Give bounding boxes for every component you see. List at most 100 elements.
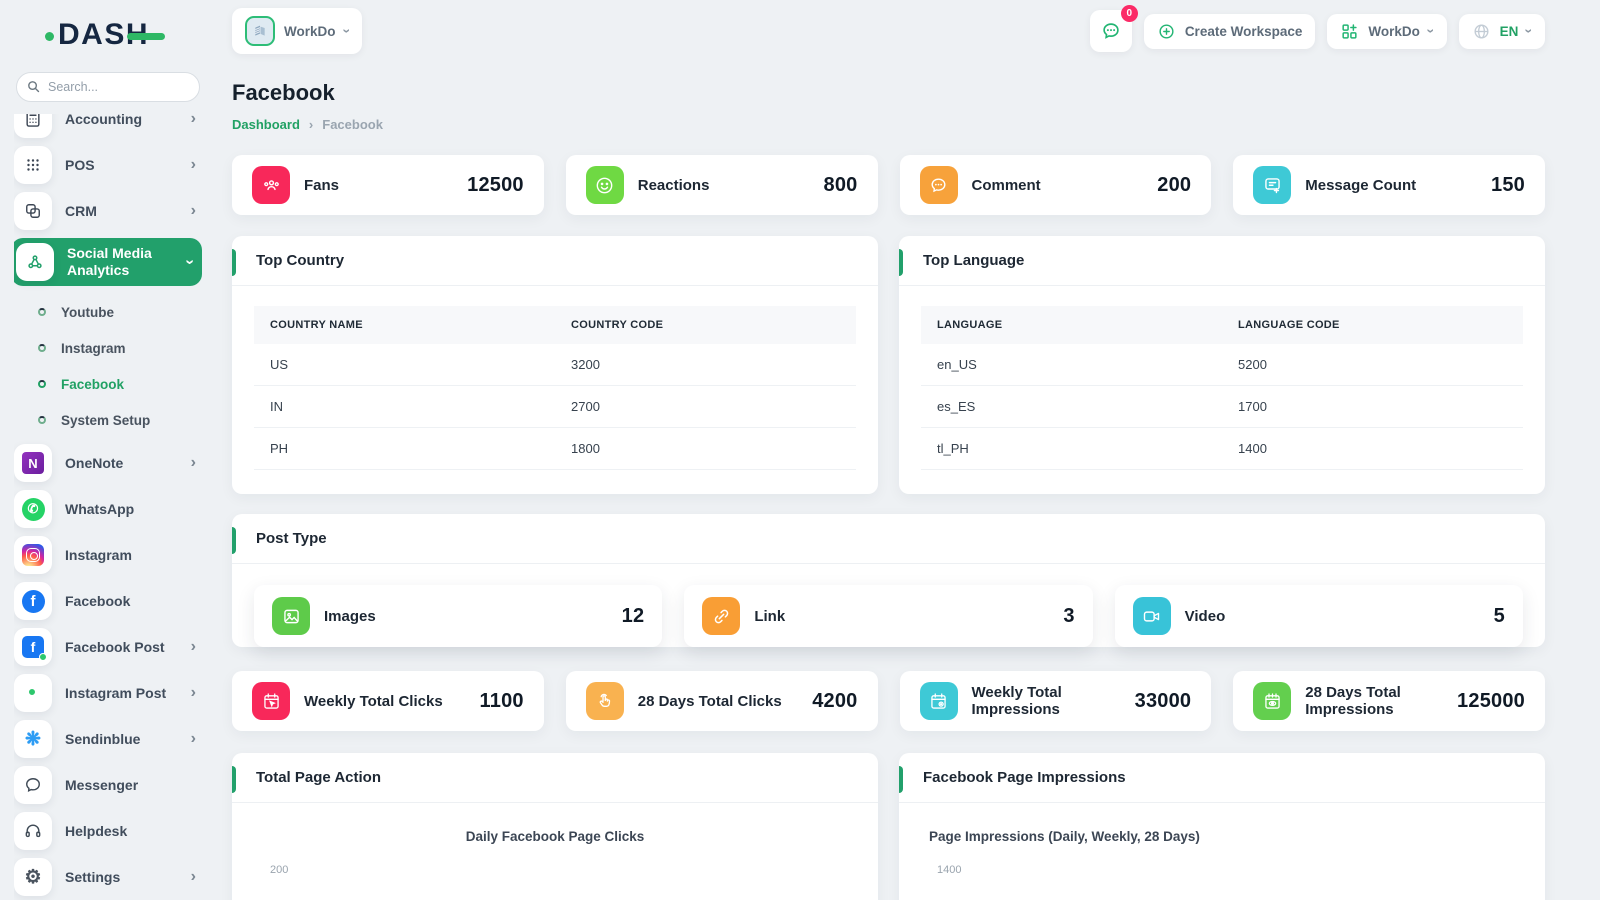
stat-label: 28 Days Total Impressions	[1305, 684, 1443, 718]
sidebar-item-crm[interactable]: CRM ›	[14, 192, 202, 230]
topbar: WorkDo › 0 Create Workspace WorkDo	[232, 8, 1545, 54]
sidebar-item-instagram[interactable]: Instagram	[14, 536, 202, 574]
stat-value: 125000	[1457, 690, 1525, 713]
top-language-table: LANGUAGE LANGUAGE CODE en_US 5200 es_ES …	[921, 306, 1523, 470]
stat-label: Link	[754, 608, 1049, 625]
table-header-row: LANGUAGE LANGUAGE CODE	[921, 306, 1523, 344]
sidebar-item-label: POS	[65, 157, 178, 174]
stat-value: 1100	[480, 690, 524, 713]
tables-row: Top Country COUNTRY NAME COUNTRY CODE US…	[232, 236, 1545, 494]
sidebar-subitem-instagram[interactable]: Instagram	[14, 330, 202, 366]
table-cell: 1700	[1222, 386, 1523, 428]
stat-value: 12	[622, 605, 645, 628]
sidebar: DASH Accounting › POS › CRM ›	[0, 0, 212, 900]
sidebar-item-label: Settings	[65, 869, 178, 886]
grid-plus-icon	[1340, 22, 1359, 41]
stat-value: 3	[1063, 605, 1074, 628]
table-cell: IN	[254, 386, 555, 428]
brand-logo[interactable]: DASH	[58, 18, 149, 52]
sidebar-item-social-media-analytics[interactable]: Social Media Analytics ›	[14, 238, 202, 286]
section-title: Post Type	[256, 530, 327, 547]
sidebar-subitem-label: System Setup	[61, 413, 150, 428]
image-icon	[272, 597, 310, 635]
stat-card-28days-total-clicks: 28 Days Total Clicks 4200	[566, 671, 878, 731]
whatsapp-icon	[14, 490, 52, 528]
table-row: es_ES 1700	[921, 386, 1523, 428]
stats-row-2: Weekly Total Clicks 1100 28 Days Total C…	[232, 671, 1545, 731]
sidebar-subitem-youtube[interactable]: Youtube	[14, 294, 202, 330]
sidebar-item-messenger[interactable]: Messenger	[14, 766, 202, 804]
post-type-card: Post Type Images 12 Link 3 V	[232, 514, 1545, 647]
sidebar-subitem-facebook[interactable]: Facebook	[14, 366, 202, 402]
sidebar-item-instagram-post[interactable]: Instagram Post ›	[14, 674, 202, 712]
section-accent	[232, 527, 236, 554]
sidebar-item-helpdesk[interactable]: Helpdesk	[14, 812, 202, 850]
stat-label: Fans	[304, 177, 453, 194]
top-country-card: Top Country COUNTRY NAME COUNTRY CODE US…	[232, 236, 878, 494]
stat-card-fans: Fans 12500	[232, 155, 544, 215]
sidebar-item-label: Instagram	[65, 547, 202, 564]
table-cell: PH	[254, 428, 555, 470]
sidebar-subitem-system-setup[interactable]: System Setup	[14, 402, 202, 438]
top-country-header: Top Country	[232, 236, 878, 286]
comment-dots-icon	[920, 166, 958, 204]
section-accent	[899, 766, 903, 793]
sidebar-item-onenote[interactable]: OneNote ›	[14, 444, 202, 482]
chevron-right-icon: ›	[191, 156, 202, 174]
chart-title: Page Impressions (Daily, Weekly, 28 Days…	[929, 829, 1545, 844]
language-button[interactable]: EN ›	[1459, 14, 1545, 49]
sidebar-item-accounting[interactable]: Accounting ›	[14, 114, 202, 138]
smiley-icon	[586, 166, 624, 204]
workspace-switcher-button[interactable]: WorkDo ›	[232, 8, 362, 54]
total-page-action-header: Total Page Action	[232, 753, 878, 803]
top-language-header: Top Language	[899, 236, 1545, 286]
stat-card-weekly-total-impressions: Weekly Total Impressions 33000	[900, 671, 1212, 731]
table-row: PH 1800	[254, 428, 856, 470]
stat-label: 28 Days Total Clicks	[638, 693, 798, 710]
stat-card-reactions: Reactions 800	[566, 155, 878, 215]
gear-icon	[14, 858, 52, 896]
workspace-switcher-label: WorkDo	[284, 24, 336, 39]
breadcrumb-dashboard-link[interactable]: Dashboard	[232, 117, 300, 132]
section-accent	[232, 249, 236, 276]
calendar-eye-icon	[1253, 682, 1291, 720]
calendar-eye-icon	[920, 682, 958, 720]
language-label: EN	[1500, 24, 1519, 39]
chevron-right-icon: ›	[191, 684, 202, 702]
bullet-icon	[38, 380, 46, 388]
workdo-menu-label: WorkDo	[1368, 24, 1420, 39]
stat-label: Reactions	[638, 177, 810, 194]
stat-card-weekly-total-clicks: Weekly Total Clicks 1100	[232, 671, 544, 731]
chevron-right-icon: ›	[191, 114, 202, 128]
chat-button[interactable]: 0	[1090, 10, 1132, 52]
chevron-down-icon: ›	[339, 29, 355, 34]
section-title: Top Language	[923, 252, 1024, 269]
create-workspace-button[interactable]: Create Workspace	[1144, 14, 1316, 49]
sidebar-item-settings[interactable]: Settings ›	[14, 858, 202, 896]
stat-value: 4200	[812, 690, 857, 713]
stat-value: 200	[1157, 174, 1191, 197]
chat-bubble-icon	[1100, 20, 1122, 42]
post-type-grid: Images 12 Link 3 Video 5	[254, 585, 1523, 647]
page-title: Facebook	[232, 80, 1545, 106]
stat-value: 12500	[467, 174, 524, 197]
table-cell: 5200	[1222, 344, 1523, 386]
table-row: IN 2700	[254, 386, 856, 428]
column-header: LANGUAGE CODE	[1222, 306, 1523, 344]
sidebar-item-sendinblue[interactable]: Sendinblue ›	[14, 720, 202, 758]
sidebar-item-facebook-post[interactable]: Facebook Post ›	[14, 628, 202, 666]
messenger-icon	[14, 766, 52, 804]
calculator-icon	[14, 114, 52, 138]
sidebar-item-label: Sendinblue	[65, 731, 178, 748]
sidebar-subitem-label: Youtube	[61, 305, 114, 320]
chevron-right-icon: ›	[191, 730, 202, 748]
search-input[interactable]	[16, 72, 200, 102]
bullet-icon	[38, 308, 46, 316]
facebook-page-impressions-header: Facebook Page Impressions	[899, 753, 1545, 803]
sidebar-item-pos[interactable]: POS ›	[14, 146, 202, 184]
sidebar-item-whatsapp[interactable]: WhatsApp	[14, 490, 202, 528]
bullet-icon	[38, 416, 46, 424]
sidebar-item-facebook[interactable]: Facebook	[14, 582, 202, 620]
workdo-menu-button[interactable]: WorkDo ›	[1327, 14, 1446, 49]
bullet-icon	[38, 344, 46, 352]
